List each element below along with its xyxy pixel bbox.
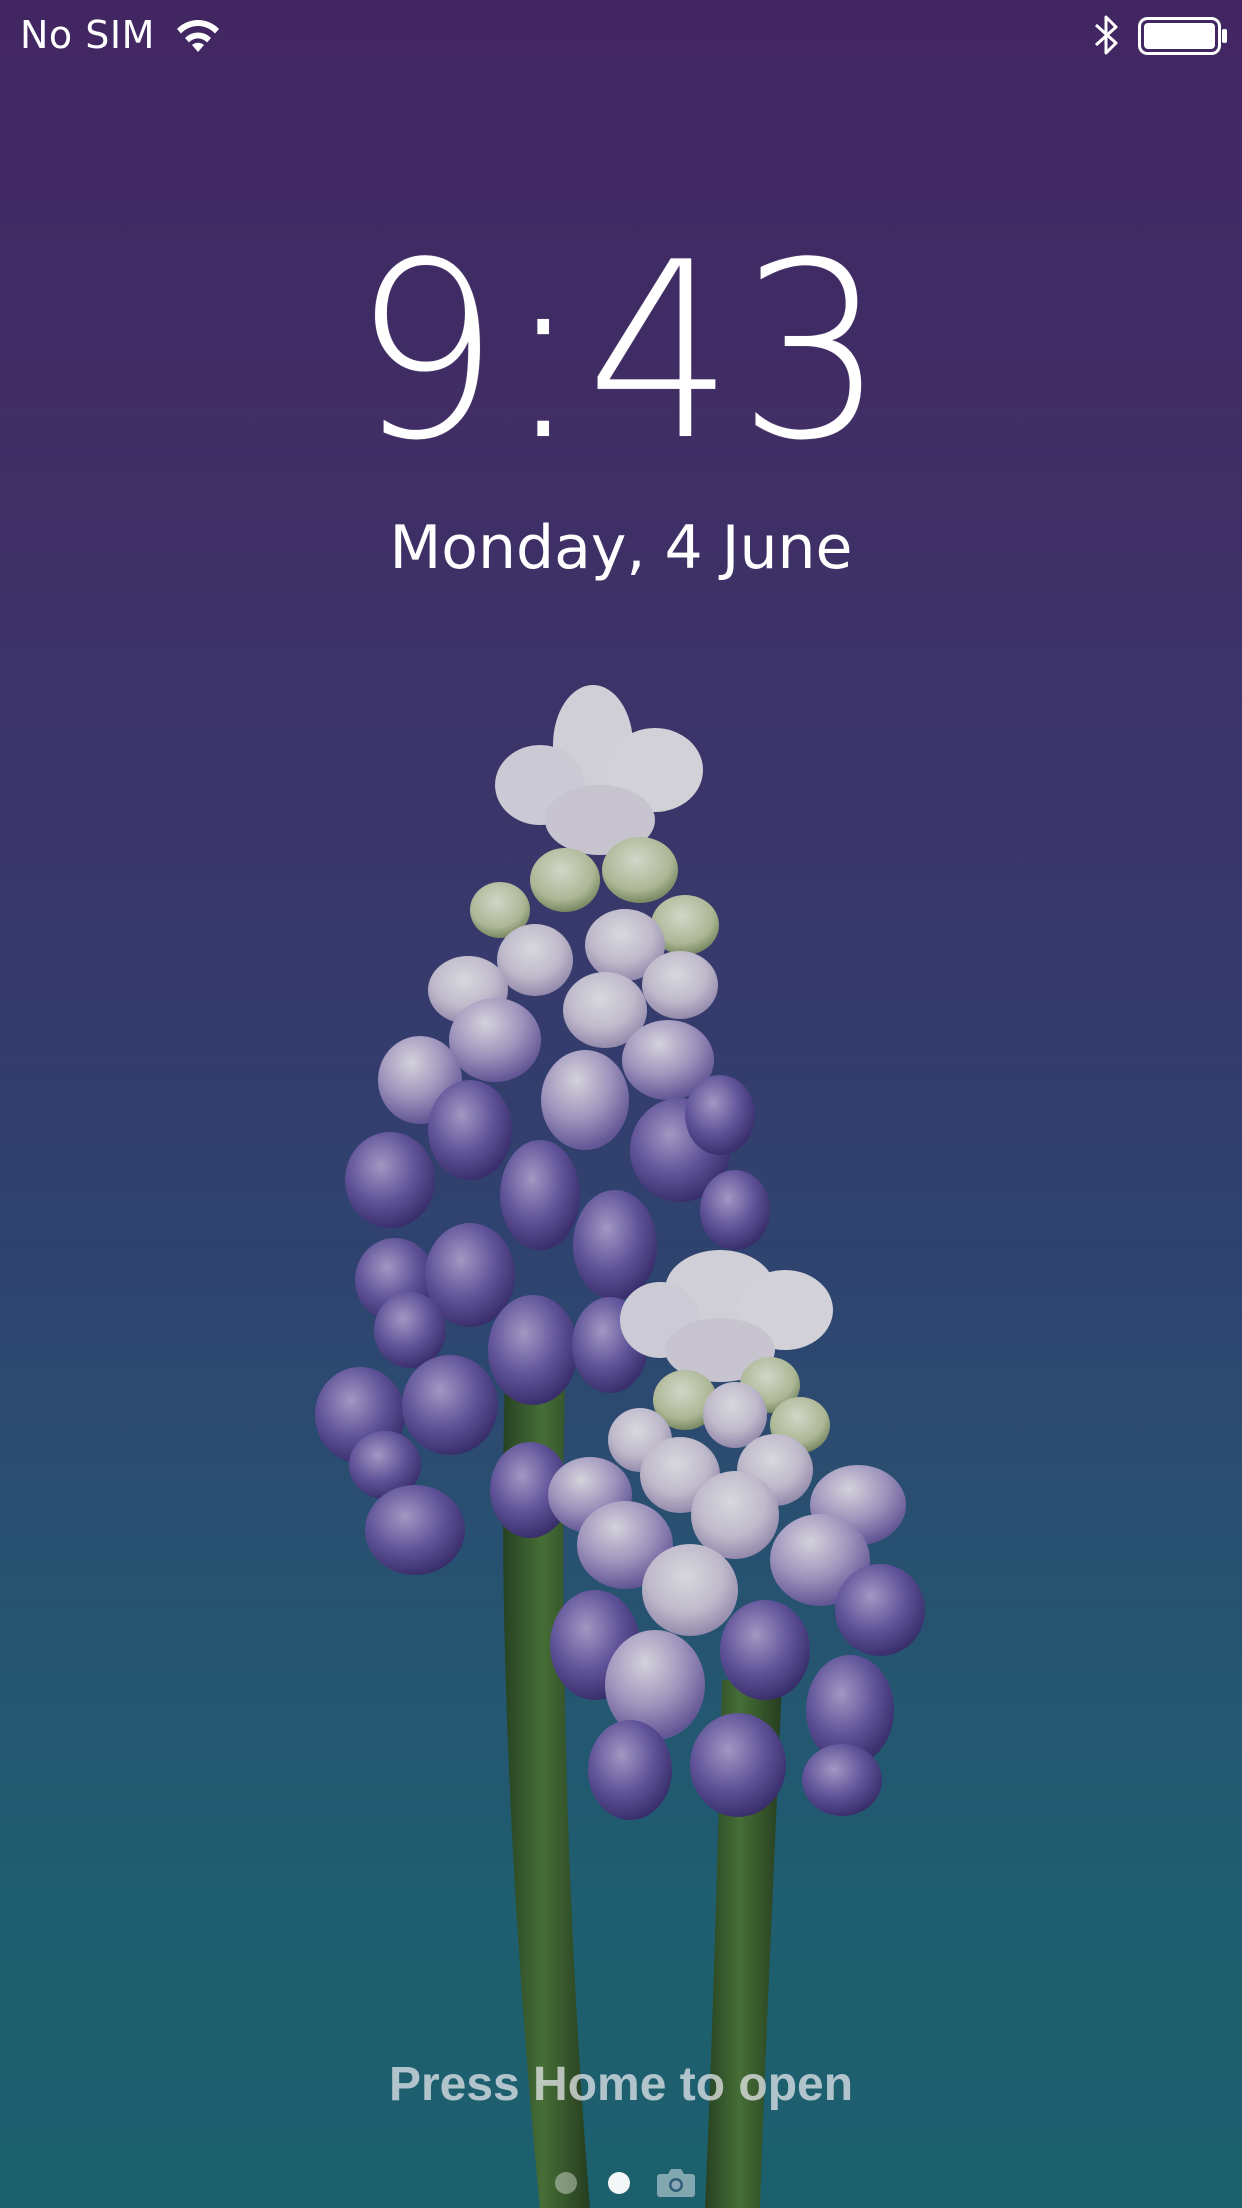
carrier-label: No SIM (20, 13, 155, 57)
wifi-icon (177, 20, 219, 52)
bluetooth-icon (1094, 15, 1118, 55)
battery-icon (1138, 17, 1227, 55)
page-dot-1[interactable] (555, 2172, 577, 2194)
lock-screen-time: 9:43 (352, 210, 890, 494)
camera-icon[interactable] (656, 2166, 696, 2198)
status-bar: No SIM (0, 0, 1242, 70)
page-dot-2-current[interactable] (608, 2172, 630, 2194)
page-indicator[interactable] (540, 2162, 710, 2198)
lock-screen-date: Monday, 4 June (389, 513, 853, 583)
unlock-hint: Press Home to open (388, 2058, 854, 2111)
